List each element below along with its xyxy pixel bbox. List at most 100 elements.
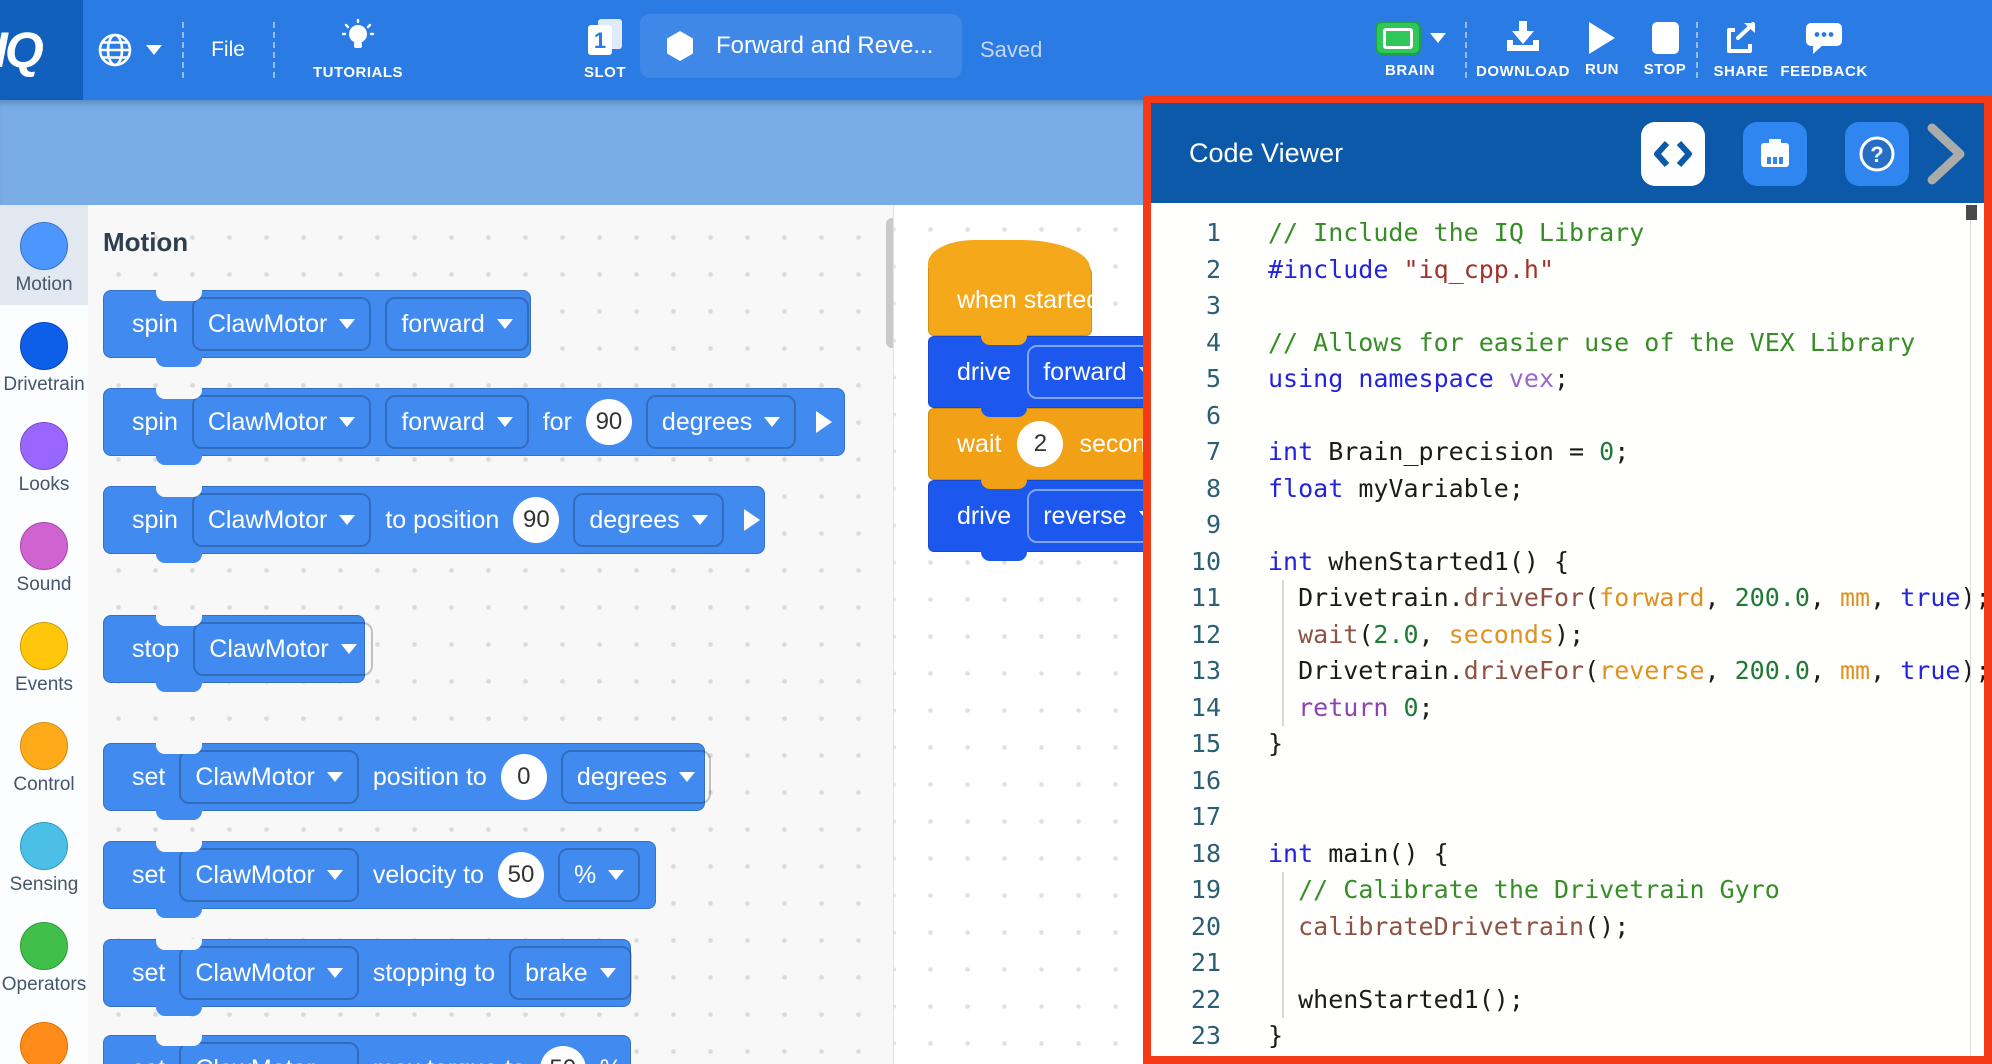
- tutorials-button[interactable]: TUTORIALS: [290, 0, 426, 100]
- stop-button[interactable]: STOP: [1634, 0, 1696, 100]
- chevron-down-icon: [146, 45, 162, 55]
- palette-block[interactable]: setClawMotormax torque to50%: [103, 1035, 631, 1064]
- number-field[interactable]: 90: [513, 497, 559, 543]
- code-area[interactable]: 1// Include the IQ Library2#include "iq_…: [1151, 203, 1984, 1056]
- dropdown-field[interactable]: ClawMotor: [193, 622, 372, 676]
- palette-block[interactable]: spinClawMotorto position90degrees: [103, 486, 765, 554]
- dropdown-field[interactable]: ClawMotor: [192, 395, 371, 449]
- code-line-text: int whenStarted1() {: [1268, 544, 1569, 581]
- run-button[interactable]: RUN: [1574, 0, 1630, 100]
- palette-block[interactable]: spinClawMotorforwardfor90degrees: [103, 388, 845, 456]
- motion-category-icon: [20, 222, 68, 270]
- palette-block[interactable]: setClawMotorstopping tobrake: [103, 939, 631, 1007]
- dropdown-field[interactable]: degrees: [646, 395, 796, 449]
- code-line: 20 calibrateDrivetrain();: [1151, 909, 1984, 946]
- sidebar-item-drivetrain[interactable]: Drivetrain: [0, 305, 88, 405]
- code-token: ,: [1810, 583, 1840, 612]
- indent-guide: [1282, 945, 1284, 982]
- chevron-down-icon: [1430, 33, 1446, 43]
- sidebar-item-operators[interactable]: Operators: [0, 905, 88, 1005]
- code-token: 0: [1599, 437, 1614, 466]
- stack-block[interactable]: drivereverse: [928, 480, 1168, 552]
- code-token: ,: [1870, 583, 1900, 612]
- collapse-panel-button[interactable]: [1926, 123, 1968, 190]
- code-line: 14 return 0;: [1151, 690, 1984, 727]
- control-category-icon: [20, 722, 68, 770]
- dropdown-field[interactable]: ClawMotor: [179, 1042, 358, 1064]
- sidebar-item-motion[interactable]: Motion: [0, 205, 88, 305]
- code-scrollbar-thumb[interactable]: [1966, 205, 1977, 220]
- block-label: set: [132, 1055, 165, 1064]
- language-menu-button[interactable]: [96, 0, 162, 100]
- code-token: namespace: [1358, 364, 1493, 393]
- project-name-button[interactable]: Forward and Reve...: [640, 14, 962, 78]
- code-line: 13 Drivetrain.driveFor(reverse, 200.0, m…: [1151, 653, 1984, 690]
- stack-block[interactable]: wait2seconds: [928, 408, 1160, 480]
- sidebar-item-sound[interactable]: Sound: [0, 505, 88, 605]
- code-token: (: [1584, 583, 1599, 612]
- expand-arrow-icon[interactable]: [816, 411, 832, 433]
- svg-text:?: ?: [1870, 142, 1883, 167]
- indent-guide: [1282, 872, 1284, 909]
- number-field[interactable]: 50: [540, 1046, 586, 1064]
- palette-block[interactable]: spin ClawMotor forward: [103, 290, 531, 358]
- sidebar-item-events[interactable]: Events: [0, 605, 88, 705]
- dropdown-field[interactable]: degrees: [561, 750, 711, 804]
- dropdown-value: forward: [401, 408, 484, 437]
- block-label: spin: [132, 310, 178, 339]
- stack-block[interactable]: driveforward: [928, 336, 1168, 408]
- feedback-button[interactable]: FEEDBACK: [1778, 0, 1870, 100]
- sidebar-item-looks[interactable]: Looks: [0, 405, 88, 505]
- code-line-text: [1268, 398, 1283, 435]
- code-scrollbar-track[interactable]: [1970, 203, 1971, 1056]
- download-button[interactable]: DOWNLOAD: [1470, 0, 1576, 100]
- number-field[interactable]: 0: [501, 754, 547, 800]
- dropdown-value: ClawMotor: [208, 408, 327, 437]
- dropdown-field[interactable]: ClawMotor: [179, 848, 358, 902]
- sidebar-item-sensing[interactable]: Sensing: [0, 805, 88, 905]
- file-menu-button[interactable]: File: [196, 0, 260, 100]
- block-label: spin: [132, 408, 178, 437]
- code-token: ,: [1810, 656, 1840, 685]
- device-info-button[interactable]: [1743, 122, 1807, 186]
- vexcode-iq-window: IQ File: [0, 0, 1992, 1064]
- dropdown-field[interactable]: ClawMotor: [179, 946, 358, 1000]
- slot-button[interactable]: 1 SLOT: [560, 0, 650, 100]
- palette-block[interactable]: setClawMotorvelocity to50%: [103, 841, 656, 909]
- code-view-toggle-button[interactable]: [1641, 122, 1705, 186]
- number-field[interactable]: 90: [586, 399, 632, 445]
- indent-guide: [1282, 690, 1284, 727]
- code-token: 200.0: [1735, 656, 1810, 685]
- dropdown-field[interactable]: ClawMotor: [192, 493, 371, 547]
- indent-guide: [1282, 653, 1284, 690]
- palette-block[interactable]: setClawMotorposition to0degrees: [103, 743, 705, 811]
- palette-block[interactable]: stopClawMotor: [103, 615, 365, 683]
- line-number: 14: [1151, 690, 1221, 727]
- dropdown-field[interactable]: %: [558, 848, 640, 902]
- events-category-icon: [20, 622, 68, 670]
- dropdown-field[interactable]: degrees: [573, 493, 723, 547]
- sidebar-item-variables[interactable]: Variables: [0, 1005, 88, 1064]
- drivetrain-category-icon: [20, 322, 68, 370]
- code-line-text: // Allows for easier use of the VEX Libr…: [1268, 325, 1915, 362]
- dropdown-field[interactable]: ClawMotor: [179, 750, 358, 804]
- slot-label: SLOT: [584, 64, 626, 81]
- code-line: 7int Brain_precision = 0;: [1151, 434, 1984, 471]
- help-button[interactable]: ?: [1845, 122, 1909, 186]
- brain-button[interactable]: BRAIN: [1360, 0, 1460, 100]
- code-token: (: [1358, 620, 1373, 649]
- dropdown-field[interactable]: forward: [385, 395, 528, 449]
- dropdown-value: forward: [1043, 358, 1126, 387]
- sidebar-item-control[interactable]: Control: [0, 705, 88, 805]
- dropdown-value: degrees: [589, 506, 679, 535]
- share-button[interactable]: SHARE: [1706, 0, 1776, 100]
- dropdown-field[interactable]: ClawMotor: [192, 297, 371, 351]
- number-field[interactable]: 2: [1017, 421, 1063, 467]
- hat-block[interactable]: when started: [928, 264, 1092, 336]
- file-menu-label: File: [211, 38, 245, 62]
- line-number: 17: [1151, 799, 1221, 836]
- expand-arrow-icon[interactable]: [744, 509, 760, 531]
- number-field[interactable]: 50: [498, 852, 544, 898]
- dropdown-field[interactable]: forward: [385, 297, 528, 351]
- dropdown-field[interactable]: brake: [509, 946, 632, 1000]
